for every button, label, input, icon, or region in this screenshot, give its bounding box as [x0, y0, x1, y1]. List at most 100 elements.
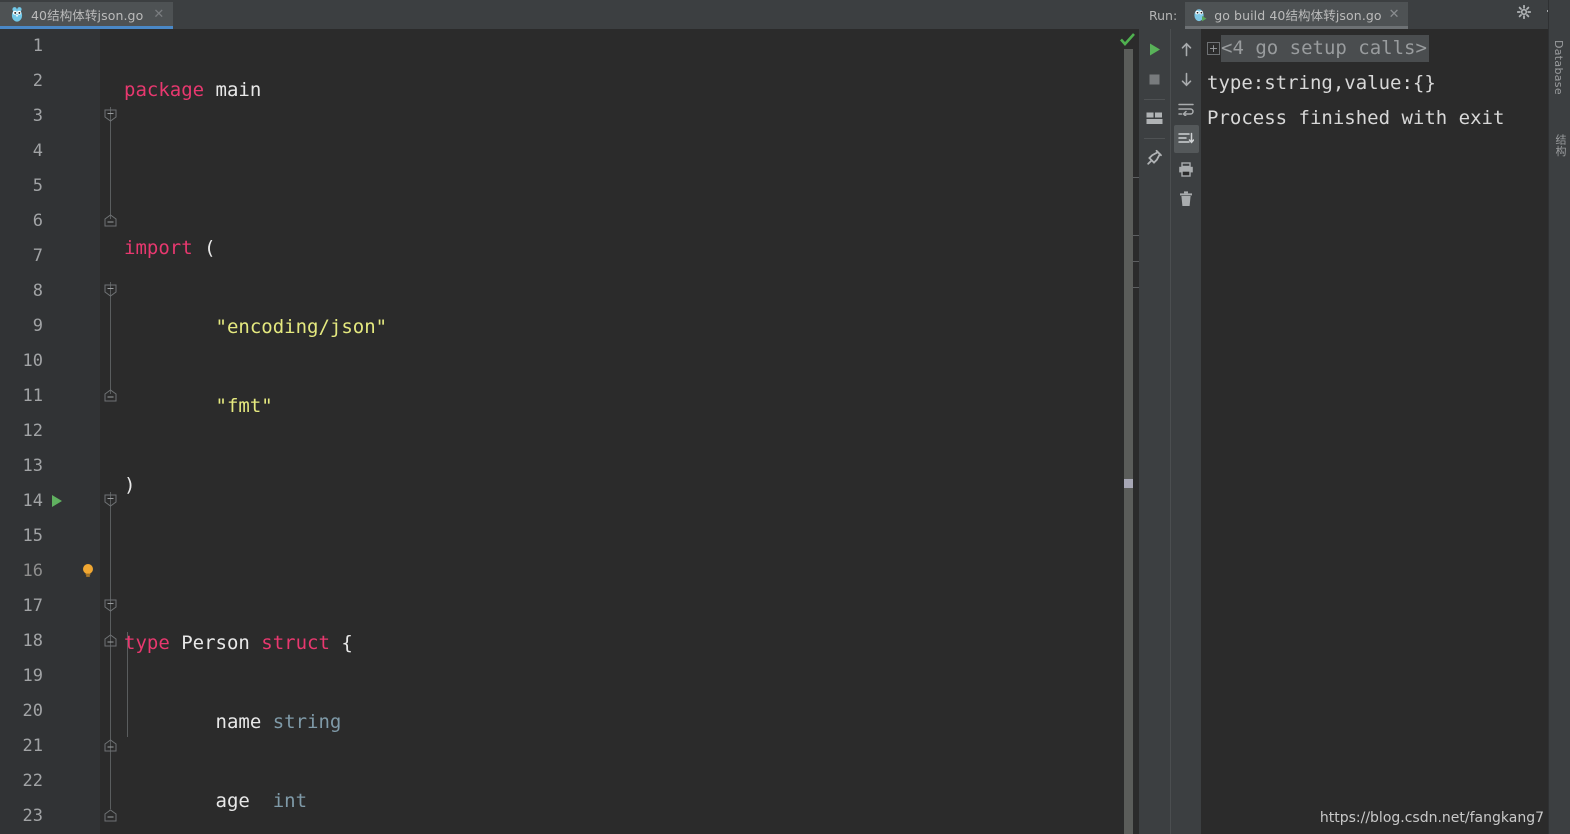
gutter-slot [46, 344, 100, 379]
fold-collapse-icon[interactable] [104, 282, 117, 297]
print-button[interactable] [1174, 155, 1199, 183]
code-line-4[interactable]: "encoding/json" [122, 310, 1139, 345]
line-number: 11 [22, 386, 43, 406]
expand-icon[interactable]: + [1207, 42, 1220, 55]
gutter-slot [46, 64, 100, 99]
gutter-icon-column [46, 29, 100, 834]
trash-button[interactable] [1174, 185, 1199, 213]
fold-end-icon[interactable] [104, 737, 117, 752]
gutter-slot [46, 169, 100, 204]
gutter-slot [46, 204, 100, 239]
scroll-to-end-button[interactable] [1173, 125, 1199, 153]
code-line-2[interactable] [122, 152, 1139, 187]
fold-end-icon[interactable] [104, 387, 117, 402]
gutter-slot [46, 484, 100, 519]
toolbar-separator [1144, 138, 1165, 139]
close-icon[interactable]: ✕ [1389, 7, 1400, 22]
sidebar-item-sciview[interactable]: 结构 [1552, 128, 1568, 167]
watermark-text: https://blog.csdn.net/fangkang7 [1319, 810, 1544, 826]
run-config-tab-title: go build 40结构体转json.go [1214, 7, 1382, 23]
fold-end-icon[interactable] [104, 212, 117, 227]
token-keyword: import [124, 237, 193, 259]
editor-area: 40结构体转json.go ✕ 1 2 3 4 5 6 7 8 9 10 11 … [0, 0, 1139, 834]
sidebar-item-database[interactable]: Database [1552, 34, 1565, 105]
token-keyword: type [124, 632, 170, 654]
editor-body[interactable]: 1 2 3 4 5 6 7 8 9 10 11 12 13 14 15 16 1 [0, 29, 1139, 834]
pin-tab-button[interactable] [1142, 143, 1167, 171]
stop-button[interactable] [1142, 65, 1167, 93]
line-number: 7 [32, 246, 43, 266]
gutter-slot [46, 694, 100, 729]
toolbar-separator [1144, 99, 1165, 100]
gutter-slot [46, 29, 100, 64]
fold-end-icon[interactable] [104, 807, 117, 822]
layout-settings-button[interactable] [1142, 104, 1167, 132]
fold-end-icon[interactable] [104, 632, 117, 647]
go-gopher-icon [10, 6, 24, 22]
token-type: string [272, 711, 342, 733]
line-number: 15 [22, 526, 43, 546]
code-line-6[interactable]: ) [122, 468, 1139, 503]
gutter-slot [46, 799, 100, 834]
line-number: 10 [22, 351, 43, 371]
soft-wrap-button[interactable] [1174, 95, 1199, 123]
code-line-8[interactable]: type Person struct { [122, 626, 1139, 661]
line-number: 5 [32, 176, 43, 196]
editor-tab[interactable]: 40结构体转json.go ✕ [0, 2, 174, 29]
line-number: 12 [22, 421, 43, 441]
code-text-area[interactable]: package main import ( "encoding/json" "f… [122, 29, 1139, 834]
code-line-9[interactable]: name string [122, 705, 1139, 740]
code-line-1[interactable]: package main [122, 73, 1139, 108]
run-toolbar-secondary [1170, 29, 1201, 834]
line-number-column: 1 2 3 4 5 6 7 8 9 10 11 12 13 14 15 16 1 [0, 29, 46, 834]
gutter-slot [46, 274, 100, 309]
token-keyword: struct [261, 632, 330, 654]
gutter-slot [46, 449, 100, 484]
right-tool-window-strip: Database 结构 [1548, 0, 1570, 834]
run-header: Run: go build 40结构体转json.go ✕ [1139, 0, 1570, 29]
gutter-slot [46, 379, 100, 414]
line-number: 17 [22, 596, 43, 616]
close-icon[interactable]: ✕ [153, 8, 164, 21]
fold-collapse-icon[interactable] [104, 597, 117, 612]
run-line-marker-icon[interactable] [52, 495, 62, 507]
token-paren: ( [192, 237, 216, 259]
rerun-button[interactable] [1142, 35, 1167, 63]
editor-marker-strip[interactable] [1112, 29, 1139, 834]
token-paren: ) [124, 474, 136, 496]
line-number: 18 [22, 631, 43, 651]
sidebar-item-label: Database [1552, 40, 1565, 95]
run-body: + <4 go setup calls> type:string,value:{}… [1139, 29, 1570, 834]
run-tool-window: Run: go build 40结构体转json.go ✕ + <4 go se… [1139, 0, 1570, 834]
console-fold-line[interactable]: + <4 go setup calls> [1201, 31, 1570, 66]
token-type: int [272, 790, 308, 812]
fold-collapse-icon[interactable] [104, 492, 117, 507]
run-console-output[interactable]: + <4 go setup calls> type:string,value:{}… [1201, 29, 1570, 834]
gutter-slot [46, 239, 100, 274]
line-number: 9 [32, 316, 43, 336]
editor-scrollbar-thumb[interactable] [1124, 479, 1133, 488]
editor-tab-bar: 40结构体转json.go ✕ [0, 0, 1139, 29]
code-line-10[interactable]: age int [122, 784, 1139, 819]
editor-scrollbar-track[interactable] [1124, 49, 1133, 834]
console-setup-calls: <4 go setup calls> [1221, 35, 1429, 62]
intention-bulb-icon[interactable] [82, 563, 94, 579]
code-line-7[interactable] [122, 547, 1139, 582]
code-line-5[interactable]: "fmt" [122, 389, 1139, 424]
fold-collapse-icon[interactable] [104, 107, 117, 122]
run-config-tab[interactable]: go build 40结构体转json.go ✕ [1185, 2, 1408, 29]
gear-icon[interactable] [1516, 4, 1532, 20]
token-identifier: main [215, 79, 262, 101]
run-toolbar-primary [1139, 29, 1170, 834]
line-number: 20 [22, 701, 43, 721]
code-line-3[interactable]: import ( [122, 231, 1139, 266]
down-arrow-button[interactable] [1174, 65, 1199, 93]
inspection-status-ok-icon[interactable] [1119, 32, 1136, 47]
up-arrow-button[interactable] [1174, 35, 1199, 63]
console-line: Process finished with exit [1207, 107, 1505, 129]
code-folding-column[interactable] [100, 29, 128, 834]
editor-gutter[interactable]: 1 2 3 4 5 6 7 8 9 10 11 12 13 14 15 16 1 [0, 29, 100, 834]
token-string: "encoding/json" [215, 316, 388, 338]
fold-region-line [110, 282, 111, 394]
line-number: 3 [32, 106, 43, 126]
